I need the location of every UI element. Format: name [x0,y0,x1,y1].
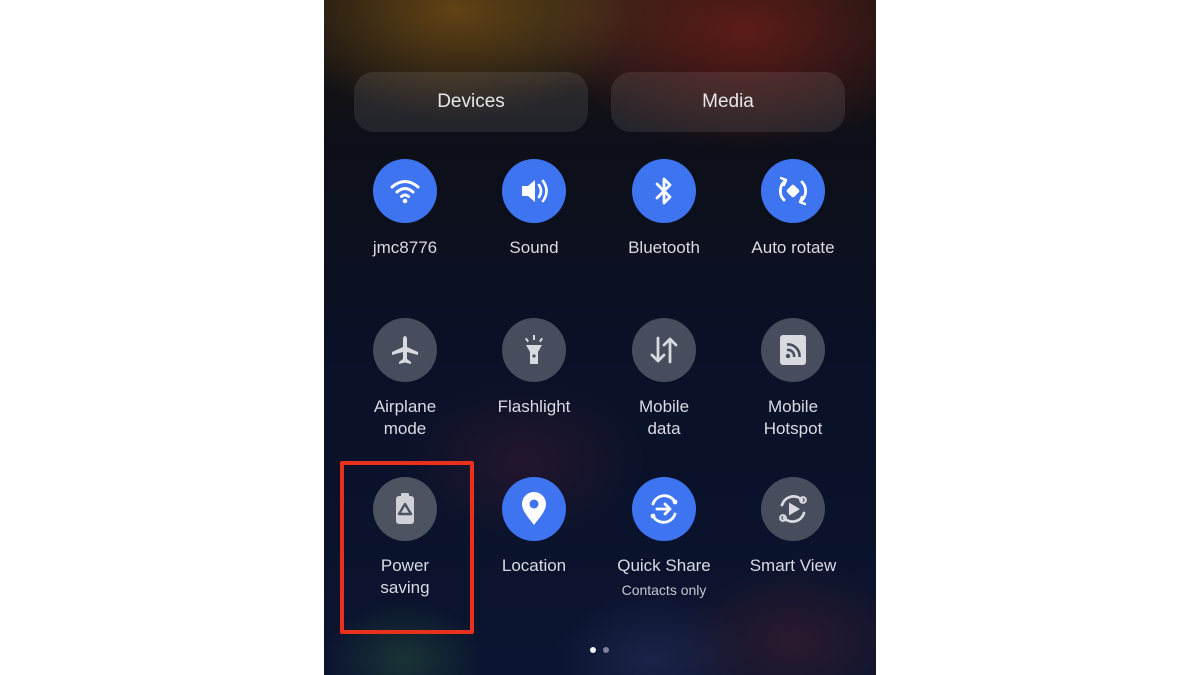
sound-icon [522,179,548,203]
tile-wifi[interactable]: jmc8776 [341,159,469,259]
label-line-2: Hotspot [763,419,823,438]
quick-settings-panel: Devices Media jmc8776 Sound Bluetooth Au… [324,0,876,675]
wifi-toggle[interactable] [373,159,437,223]
tile-airplane-mode[interactable]: Airplane mode [341,318,469,440]
tile-flashlight[interactable]: Flashlight [470,318,598,418]
quick-share-icon [650,494,678,524]
tile-smart-view[interactable]: Smart View [729,477,857,577]
tile-mobile-hotspot[interactable]: Mobile Hotspot [729,318,857,440]
tile-sound[interactable]: Sound [470,159,598,259]
location-toggle[interactable] [502,477,566,541]
tile-power-saving[interactable]: Power saving [341,477,469,599]
smart-view-icon [779,495,807,523]
label-line-2: data [647,419,681,438]
power-saving-icon [396,493,414,524]
tile-label: jmc8776 [372,238,438,257]
label-line-1: Airplane [373,397,437,416]
bluetooth-icon [655,177,672,205]
tile-label: Flashlight [497,397,571,416]
tile-label: Power saving [380,555,429,599]
power-saving-toggle[interactable] [373,477,437,541]
tile-label: Smart View [749,556,837,575]
label-line-2: saving [380,578,430,597]
airplane-mode-toggle[interactable] [373,318,437,382]
label-line-1: Mobile [767,397,819,416]
mobile-data-icon [650,336,678,364]
tile-auto-rotate[interactable]: Auto rotate [729,159,857,259]
label-line-1: Mobile [638,397,690,416]
page-indicator [590,647,609,653]
location-icon [522,492,546,525]
mobile-hotspot-toggle[interactable] [761,318,825,382]
sound-toggle[interactable] [502,159,566,223]
tile-bluetooth[interactable]: Bluetooth [600,159,728,259]
tile-label: Sound [509,238,559,257]
tile-label: Auto rotate [751,238,835,257]
smart-view-toggle[interactable] [761,477,825,541]
tile-label: Mobile Hotspot [764,396,823,440]
tile-label: Mobile data [639,396,689,440]
wifi-icon [390,180,420,204]
page-dot[interactable] [603,647,609,653]
flashlight-icon [525,335,543,364]
tile-sublabel: Contacts only [621,582,707,598]
airplane-icon [392,336,418,364]
tile-label: Bluetooth [628,238,700,257]
tile-mobile-data[interactable]: Mobile data [600,318,728,440]
label-line-2: mode [383,419,427,438]
bluetooth-toggle[interactable] [632,159,696,223]
auto-rotate-toggle[interactable] [761,159,825,223]
flashlight-toggle[interactable] [502,318,566,382]
label-line-1: Power [380,556,430,575]
tile-label: Quick Share [617,556,711,575]
tile-label: Airplane mode [374,396,436,440]
tile-location[interactable]: Location [470,477,598,577]
devices-button[interactable]: Devices [354,72,588,132]
page-dot-active[interactable] [590,647,596,653]
media-button[interactable]: Media [611,72,845,132]
mobile-data-toggle[interactable] [632,318,696,382]
auto-rotate-icon [778,176,808,206]
tile-quick-share[interactable]: Quick Share Contacts only [600,477,728,599]
tile-label: Location [501,556,567,575]
quick-share-toggle[interactable] [632,477,696,541]
hotspot-icon [780,335,806,365]
